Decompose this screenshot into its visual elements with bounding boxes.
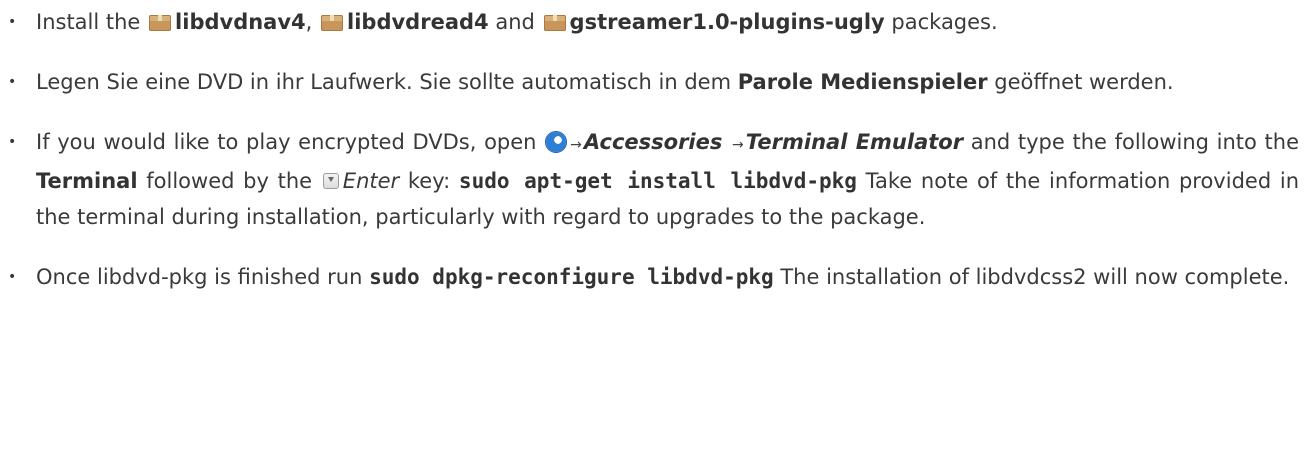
reconfigure-tail-text: The installation of libdvdcss2 will now … [780,265,1290,289]
package-icon [149,15,172,31]
command-install-libdvd-pkg: sudo apt-get install libdvd-pkg [458,169,857,193]
package-link-libdvdread4[interactable]: libdvdread4 [347,10,489,34]
command-dpkg-reconfigure: sudo dpkg-reconfigure libdvd-pkg [369,265,774,289]
package-link-gstreamer-plugins-ugly[interactable]: gstreamer1.0-plugins-ugly [570,10,885,34]
reconfigure-lead-text: Once libdvd-pkg is finished run [36,265,363,289]
install-tail-text: packages. [891,10,998,34]
player-name: Parole Medienspieler [737,70,988,94]
terminal-name: Terminal [36,169,138,193]
key-suffix-text: key: [407,169,451,193]
insert-dvd-tail-text: geöffnet werden. [994,70,1174,94]
instructions-list: Install the libdvdnav4, libdvdread4 and … [0,4,1313,295]
encrypted-followed-text: followed by the [146,169,313,193]
separator-comma: , [305,10,313,34]
package-icon [321,15,344,31]
list-item-insert-dvd: Legen Sie eine DVD in ihr Laufwerk. Sie … [0,64,1313,100]
list-item-install-packages: Install the libdvdnav4, libdvdread4 and … [0,4,1313,40]
key-name-enter: Enter [342,169,400,193]
insert-dvd-text: Legen Sie eine DVD in ihr Laufwerk. Sie … [36,70,732,94]
menu-item-terminal-emulator: Terminal Emulator [745,130,964,154]
and-text: and [495,10,535,34]
enter-key-icon [322,173,339,189]
list-item-reconfigure: Once libdvd-pkg is finished run sudo dpk… [0,259,1313,295]
package-icon [543,15,566,31]
arrow-icon: → [570,137,582,153]
encrypted-mid-text: and type the following into the [970,130,1300,154]
arrow-icon: → [732,137,744,153]
encrypted-lead-text: If you would like to play encrypted DVDs… [36,130,537,154]
install-lead-text: Install the [36,10,141,34]
package-link-libdvdnav4[interactable]: libdvdnav4 [175,10,306,34]
applications-menu-icon [546,132,567,152]
list-item-encrypted-dvds: If you would like to play encrypted DVDs… [0,124,1313,235]
menu-item-accessories: Accessories [583,130,723,154]
